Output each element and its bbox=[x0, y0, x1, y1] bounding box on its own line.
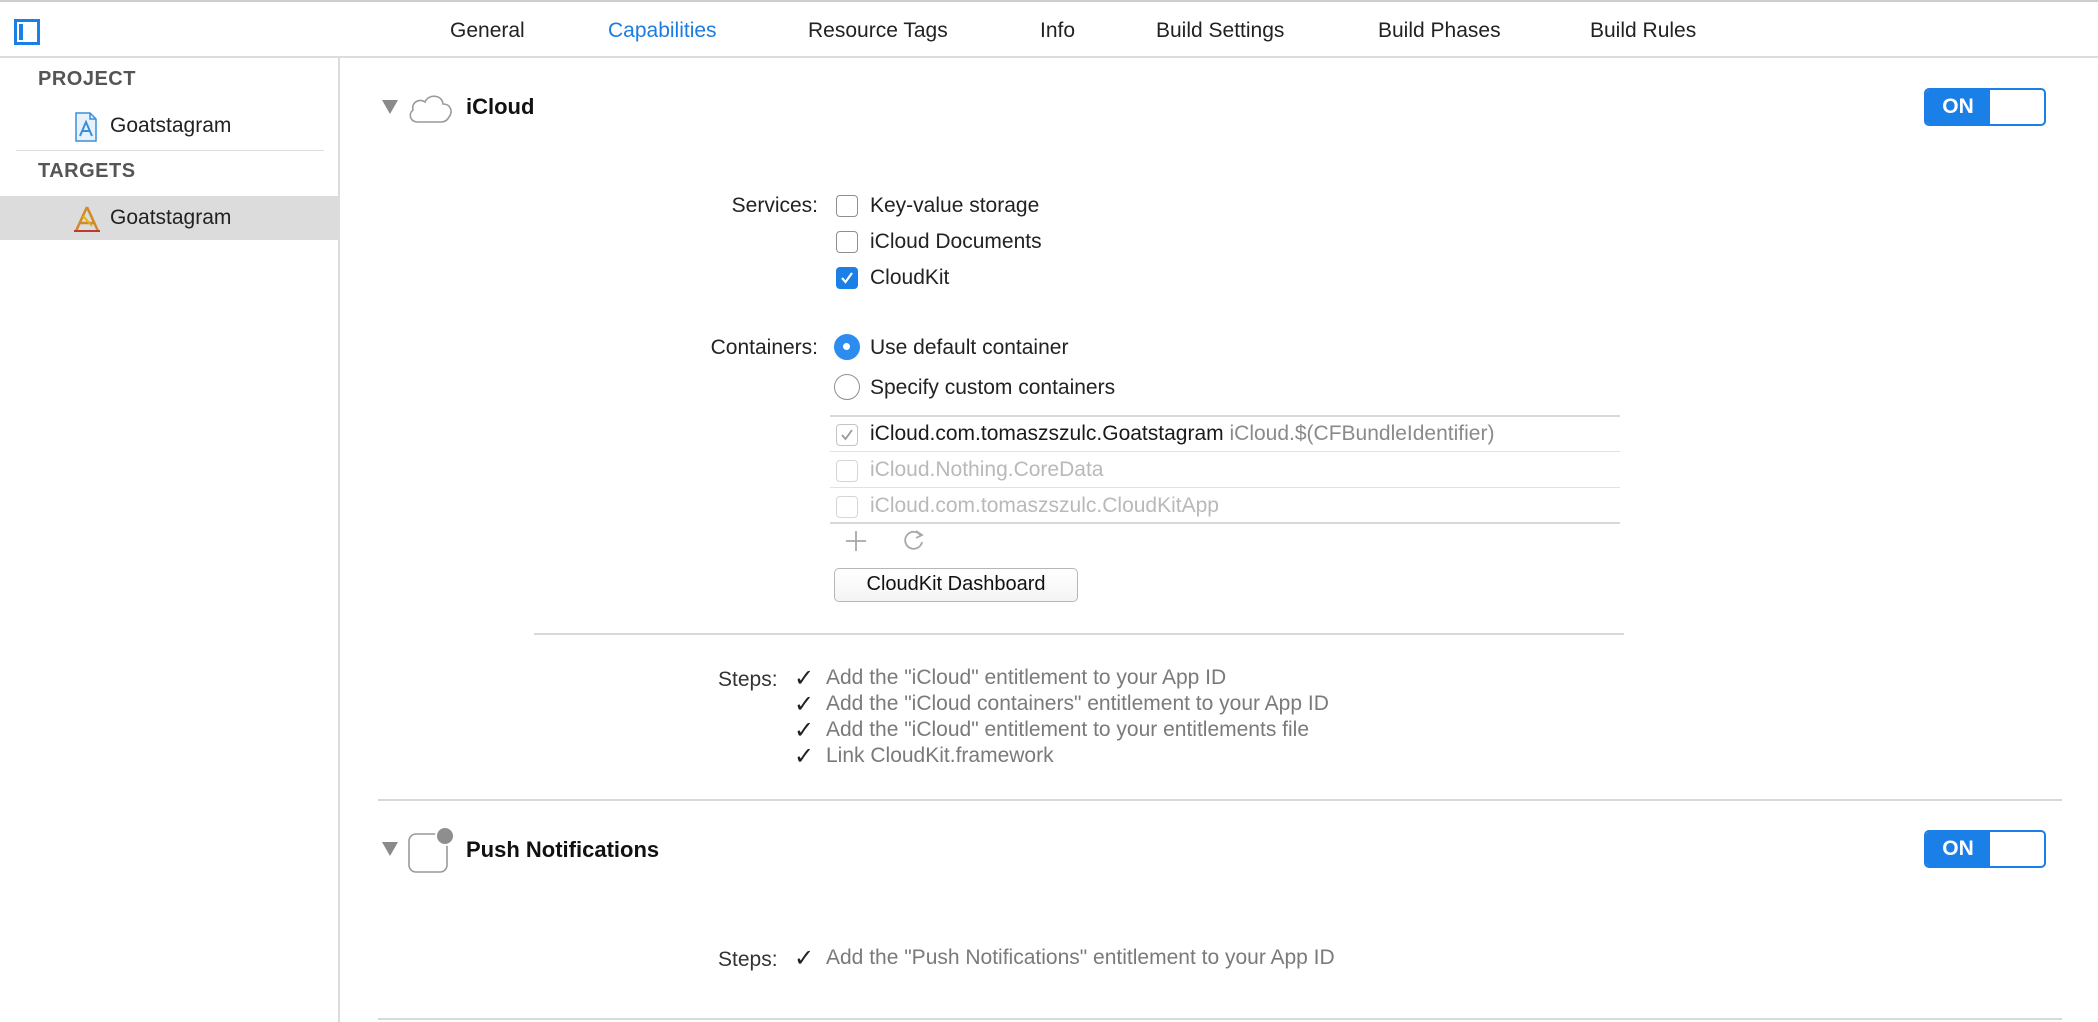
containers-label: Containers: bbox=[710, 336, 818, 359]
editor-tab-bar: General Capabilities Resource Tags Info … bbox=[0, 0, 2098, 58]
cloudkit-label: CloudKit bbox=[870, 266, 950, 289]
refresh-icon[interactable] bbox=[902, 528, 926, 552]
checkmark-icon: ✓ bbox=[794, 691, 815, 718]
step-text: Add the "Push Notifications" entitlement… bbox=[826, 946, 1335, 969]
sidebar-toggle-icon[interactable] bbox=[14, 19, 40, 45]
container-name: iCloud.com.tomaszszulc.Goatstagram bbox=[870, 422, 1224, 445]
tab-build-phases[interactable]: Build Phases bbox=[1378, 19, 1501, 43]
icloud-on-toggle[interactable]: ON bbox=[1924, 88, 2046, 126]
app-target-icon bbox=[72, 204, 100, 232]
tab-build-rules[interactable]: Build Rules bbox=[1590, 19, 1696, 43]
push-disclosure-triangle[interactable] bbox=[382, 842, 398, 856]
checkmark-icon: ✓ bbox=[794, 717, 815, 744]
targets-header: TARGETS bbox=[38, 160, 136, 182]
push-steps-label: Steps: bbox=[718, 948, 778, 971]
project-target-sidebar: PROJECT Goatstagram TARGETS Goatstagram bbox=[0, 58, 340, 1022]
containers-list-bottom-border bbox=[830, 522, 1620, 524]
push-on-toggle[interactable]: ON bbox=[1924, 830, 2046, 868]
specify-custom-containers-radio[interactable] bbox=[834, 374, 860, 400]
icloud-documents-checkbox[interactable] bbox=[836, 231, 858, 253]
plus-icon[interactable] bbox=[844, 529, 868, 553]
sidebar-item-target[interactable]: Goatstagram bbox=[0, 196, 338, 240]
icloud-steps-label: Steps: bbox=[718, 668, 778, 691]
checkmark-icon: ✓ bbox=[794, 665, 815, 692]
tab-capabilities[interactable]: Capabilities bbox=[608, 19, 717, 43]
checkmark-icon: ✓ bbox=[794, 743, 815, 770]
tab-build-settings[interactable]: Build Settings bbox=[1156, 19, 1284, 43]
tab-info[interactable]: Info bbox=[1040, 19, 1075, 43]
tab-resource-tags[interactable]: Resource Tags bbox=[808, 19, 948, 43]
key-value-storage-label: Key-value storage bbox=[870, 194, 1040, 217]
project-file-icon bbox=[72, 112, 100, 142]
container-checkbox-coredata[interactable] bbox=[836, 460, 858, 482]
icloud-toggle-label: ON bbox=[1926, 90, 1990, 124]
sidebar-target-label: Goatstagram bbox=[110, 206, 232, 229]
checkmark-icon bbox=[841, 429, 853, 441]
icloud-title: iCloud bbox=[466, 94, 535, 119]
container-name: iCloud.Nothing.CoreData bbox=[870, 458, 1104, 481]
step-text: Add the "iCloud" entitlement to your App… bbox=[826, 666, 1227, 689]
key-value-storage-checkbox[interactable] bbox=[836, 195, 858, 217]
container-detail: iCloud.$(CFBundleIdentifier) bbox=[1229, 422, 1495, 445]
step-text: Link CloudKit.framework bbox=[826, 744, 1054, 767]
container-checkbox-goatstagram[interactable] bbox=[836, 424, 858, 446]
section-divider bbox=[378, 799, 2062, 801]
sidebar-project-label: Goatstagram bbox=[110, 114, 232, 137]
sidebar-item-project[interactable]: Goatstagram bbox=[0, 104, 338, 148]
row-divider bbox=[830, 451, 1620, 452]
cloud-icon bbox=[406, 90, 454, 124]
cloudkit-dashboard-button[interactable]: CloudKit Dashboard bbox=[834, 568, 1078, 602]
icloud-disclosure-triangle[interactable] bbox=[382, 100, 398, 114]
step-text: Add the "iCloud containers" entitlement … bbox=[826, 692, 1329, 715]
push-notification-icon bbox=[406, 826, 456, 874]
sidebar-divider bbox=[16, 150, 324, 151]
checkmark-icon: ✓ bbox=[794, 945, 815, 972]
use-default-container-label: Use default container bbox=[870, 336, 1069, 359]
section-divider bbox=[378, 1018, 2062, 1020]
push-notifications-title: Push Notifications bbox=[466, 837, 660, 862]
container-row-goatstagram: iCloud.com.tomaszszulc.Goatstagram iClou… bbox=[870, 422, 1494, 446]
checkmark-icon bbox=[841, 272, 853, 284]
cloudkit-checkbox[interactable] bbox=[836, 267, 858, 289]
push-toggle-label: ON bbox=[1926, 832, 1990, 866]
container-name: iCloud.com.tomaszszulc.CloudKitApp bbox=[870, 494, 1219, 517]
containers-list: iCloud.com.tomaszszulc.Goatstagram iClou… bbox=[830, 416, 1620, 522]
tab-general[interactable]: General bbox=[450, 19, 525, 43]
step-text: Add the "iCloud" entitlement to your ent… bbox=[826, 718, 1309, 741]
icloud-steps-divider bbox=[534, 633, 1624, 635]
icloud-documents-label: iCloud Documents bbox=[870, 230, 1042, 253]
container-checkbox-cloudkitapp[interactable] bbox=[836, 496, 858, 518]
row-divider bbox=[830, 487, 1620, 488]
project-header: PROJECT bbox=[38, 68, 136, 90]
use-default-container-radio[interactable] bbox=[834, 334, 860, 360]
services-label: Services: bbox=[731, 194, 818, 217]
specify-custom-containers-label: Specify custom containers bbox=[870, 376, 1116, 399]
